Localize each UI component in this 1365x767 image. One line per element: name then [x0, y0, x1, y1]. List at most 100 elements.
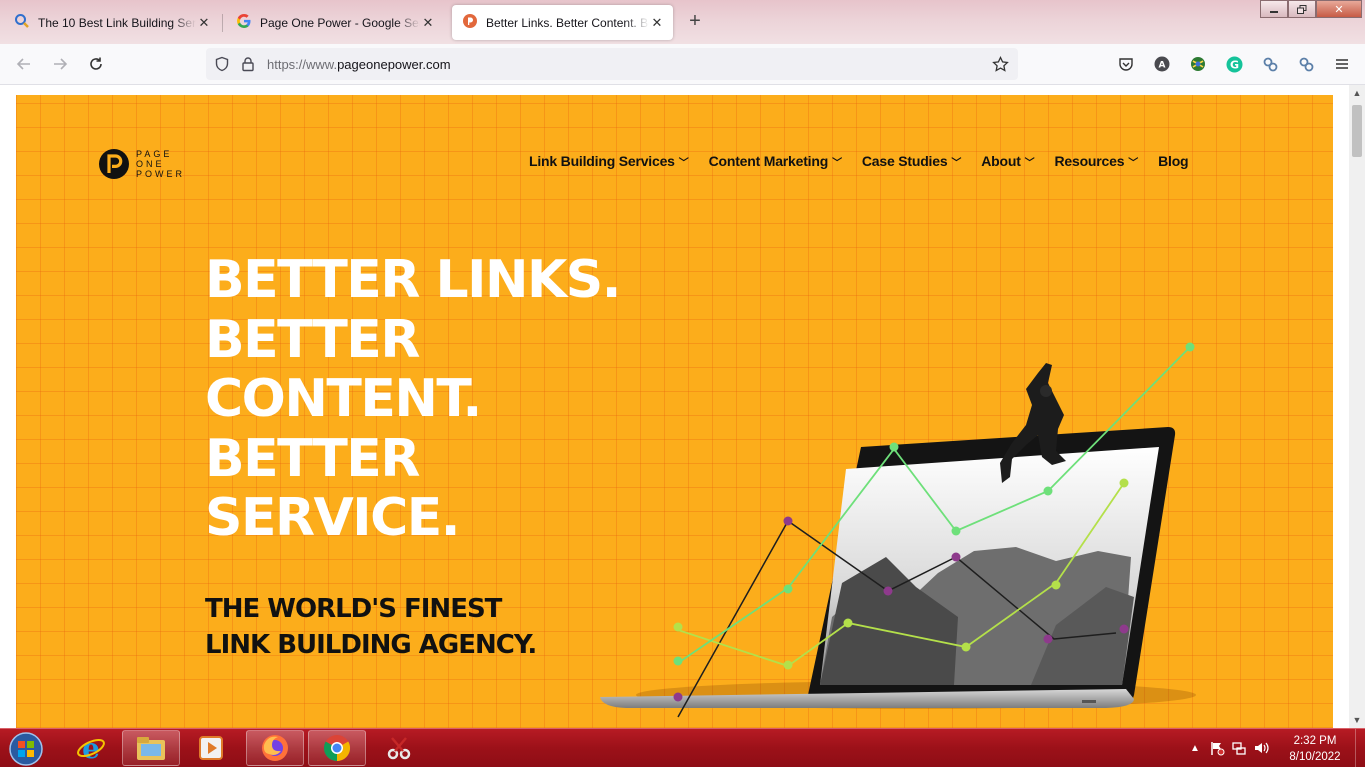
headline-line: SERVICE. — [205, 488, 461, 548]
tab-google-search[interactable]: Page One Power - Google Searc ✕ — [226, 5, 444, 40]
tab-title: Page One Power - Google Searc — [260, 15, 420, 30]
link-extension-icon[interactable] — [1297, 55, 1315, 73]
start-button[interactable] — [6, 731, 46, 767]
chrome-icon — [323, 735, 351, 762]
profile-a-icon[interactable]: A — [1153, 55, 1171, 73]
taskbar-firefox[interactable] — [246, 730, 304, 766]
nav-label: Link Building Services — [529, 153, 675, 169]
show-hidden-icons-arrow[interactable]: ▲ — [1184, 737, 1206, 759]
hero-illustration — [600, 342, 1196, 718]
search-magnifier-icon — [14, 13, 30, 32]
taskbar-clock[interactable]: 2:32 PM 8/10/2022 — [1282, 733, 1348, 765]
logo-wordmark: PAGE ONE POWER — [136, 149, 185, 179]
scroll-down-arrow[interactable]: ▼ — [1349, 712, 1365, 728]
svg-text:A: A — [1159, 61, 1166, 71]
clock-date: 8/10/2022 — [1289, 751, 1341, 763]
svg-text:G: G — [1229, 58, 1238, 71]
nav-label: Resources — [1054, 153, 1125, 169]
chevron-down-icon: ﹀ — [1024, 157, 1035, 169]
action-center-flag-icon[interactable] — [1206, 737, 1228, 759]
logo-line: ONE — [136, 159, 165, 169]
bookmark-star-icon[interactable] — [992, 55, 1009, 78]
nav-about[interactable]: About ﹀ — [981, 153, 1034, 169]
logo-line: POWER — [136, 169, 186, 179]
laptop — [600, 427, 1176, 708]
forward-button[interactable] — [48, 52, 72, 76]
minimize-button[interactable] — [1260, 0, 1288, 18]
chevron-down-icon: ﹀ — [832, 157, 842, 169]
firefox-icon — [262, 735, 288, 761]
hero-headline: BETTER LINKS. BETTER CONTENT. BETTER SER… — [205, 250, 621, 549]
tab-title: The 10 Best Link Building Servic — [38, 15, 196, 30]
media-player-icon — [199, 736, 223, 760]
page-one-power-favicon — [462, 13, 478, 32]
svg-text:e: e — [82, 733, 100, 763]
window-close-button[interactable]: ✕ — [1316, 0, 1362, 18]
url-protocol: https://www. — [267, 56, 338, 72]
tab-link-building-services[interactable]: The 10 Best Link Building Servic ✕ — [4, 5, 220, 40]
subline-line: LINK BUILDING AGENCY. — [205, 630, 537, 660]
reload-icon — [90, 57, 102, 70]
scroll-up-arrow[interactable]: ▲ — [1349, 85, 1365, 101]
window-controls: ✕ — [1260, 0, 1362, 18]
nav-content-marketing[interactable]: Content Marketing ﹀ — [708, 153, 843, 169]
grammarly-icon[interactable]: G — [1225, 55, 1243, 73]
snipping-tool-icon — [387, 737, 411, 760]
system-tray: ▲ — [1184, 729, 1272, 767]
taskbar-internet-explorer[interactable]: e — [62, 730, 120, 766]
page-one-power-logo-icon — [99, 149, 129, 179]
headline-line: BETTER — [205, 309, 420, 370]
file-explorer-icon — [137, 737, 165, 760]
nav-link-building-services[interactable]: Link Building Services ﹀ — [529, 153, 689, 169]
address-bar[interactable]: https://www.pageonepower.com — [206, 48, 1018, 80]
windows-taskbar: e ▲ 2:32 PM 8/10/2022 — [0, 728, 1365, 767]
url-text: https://www.pageonepower.com — [267, 57, 451, 72]
volume-icon[interactable] — [1250, 737, 1272, 759]
hero-subheadline: THE WORLD'S FINEST LINK BUILDING AGENCY. — [205, 591, 537, 663]
nav-case-studies[interactable]: Case Studies ﹀ — [861, 153, 962, 169]
taskbar-chrome[interactable] — [308, 730, 366, 766]
reload-button[interactable] — [84, 52, 108, 76]
chevron-down-icon: ﹀ — [951, 157, 962, 169]
windows-logo-icon — [9, 732, 43, 766]
pocket-icon[interactable] — [1117, 55, 1135, 73]
site-logo[interactable]: PAGE ONE POWER — [98, 148, 185, 180]
nav-label: Case Studies — [861, 153, 948, 169]
hamburger-menu-icon[interactable] — [1333, 55, 1351, 73]
tab-separator — [222, 14, 223, 32]
browser-tab-strip: The 10 Best Link Building Servic ✕ Page … — [0, 0, 1365, 44]
site-navigation: Link Building Services ﹀ Content Marketin… — [529, 153, 1208, 169]
nav-blog[interactable]: Blog — [1158, 153, 1189, 169]
network-icon[interactable] — [1228, 737, 1250, 759]
google-g-icon — [236, 13, 252, 32]
lock-icon[interactable] — [240, 56, 256, 77]
taskbar-media-player[interactable] — [182, 730, 240, 766]
close-icon[interactable]: ✕ — [420, 15, 436, 31]
taskbar-snipping-tool[interactable] — [370, 730, 428, 766]
shield-icon[interactable] — [214, 56, 230, 77]
url-domain: pageonepower.com — [337, 56, 451, 72]
back-button[interactable] — [12, 52, 36, 76]
hero-section: PAGE ONE POWER Link Building Services ﹀ C… — [16, 95, 1333, 728]
close-icon[interactable]: ✕ — [196, 15, 212, 31]
close-icon[interactable]: ✕ — [649, 15, 665, 31]
tab-title: Better Links. Better Content. Bet — [486, 15, 649, 30]
tab-page-one-power[interactable]: Better Links. Better Content. Bet ✕ — [452, 5, 673, 40]
nav-label: Content Marketing — [708, 153, 829, 169]
show-desktop-button[interactable] — [1355, 729, 1365, 767]
restore-button[interactable] — [1288, 0, 1316, 18]
page-scrollbar[interactable]: ▲ ▼ — [1349, 85, 1365, 728]
forward-arrow-icon — [54, 58, 68, 70]
back-arrow-icon — [16, 58, 30, 70]
internet-explorer-icon: e — [77, 733, 105, 763]
page-viewport: PAGE ONE POWER Link Building Services ﹀ C… — [0, 85, 1349, 728]
taskbar-file-explorer[interactable] — [122, 730, 180, 766]
nav-resources[interactable]: Resources ﹀ — [1054, 153, 1138, 169]
link-extension-icon[interactable] — [1261, 55, 1279, 73]
headline-line: BETTER — [205, 428, 420, 489]
extension-globe-icon[interactable] — [1189, 55, 1207, 73]
headline-line: CONTENT. — [205, 369, 482, 429]
subline-line: THE WORLD'S FINEST — [205, 594, 502, 624]
scroll-thumb[interactable] — [1352, 105, 1362, 157]
new-tab-button[interactable]: + — [684, 11, 706, 33]
